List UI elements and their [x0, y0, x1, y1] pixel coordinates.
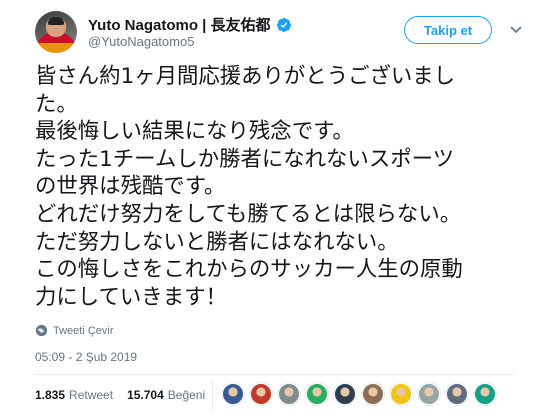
- liker-avatars: [222, 383, 502, 405]
- translate-label[interactable]: Tweeti Çevir: [53, 325, 114, 337]
- liker-avatar[interactable]: [390, 383, 412, 405]
- like-count: 15.704: [127, 388, 164, 402]
- liker-avatar[interactable]: [278, 383, 300, 405]
- globe-icon: [35, 324, 48, 337]
- chevron-down-icon[interactable]: [510, 24, 522, 36]
- retweet-stat[interactable]: 1.835 Retweet: [35, 388, 113, 402]
- tweet-text-line: 最後悔しい結果になり残念です。: [35, 119, 354, 145]
- tweet-text-line: 力にしていきます！: [35, 284, 227, 310]
- liker-avatar[interactable]: [418, 383, 440, 405]
- author-display-name[interactable]: Yuto Nagatomo | 長友佑都: [88, 14, 271, 35]
- retweet-count: 1.835: [35, 388, 66, 402]
- like-label: Beğeni: [167, 388, 206, 402]
- stats-separator: [212, 380, 213, 410]
- avatar-jersey-stripe: [35, 43, 77, 53]
- verified-badge-icon: [276, 17, 291, 32]
- avatar-hair: [48, 17, 64, 25]
- divider: [35, 374, 515, 375]
- liker-avatar[interactable]: [222, 383, 244, 405]
- follow-button[interactable]: Takip et: [404, 16, 492, 44]
- tweet-text-line: の世界は残酷です。: [35, 174, 226, 200]
- tweet-text: 皆さん約1ヶ月間応援ありがとうございまし た。 最後悔しい結果になり残念です。 …: [35, 63, 515, 311]
- liker-avatar[interactable]: [446, 383, 468, 405]
- tweet-text-line: どれだけ努力をしても勝てるとは限らない。: [35, 201, 462, 227]
- liker-avatar[interactable]: [474, 383, 496, 405]
- tweet-text-line: ただ努力しないと勝者にはなれない。: [35, 229, 399, 255]
- liker-avatar[interactable]: [334, 383, 356, 405]
- tweet-stats: 1.835 Retweet 15.704 Beğeni: [35, 388, 205, 402]
- liker-avatar[interactable]: [250, 383, 272, 405]
- author-name-row[interactable]: Yuto Nagatomo | 長友佑都: [88, 14, 292, 35]
- tweet-text-line: た。: [35, 91, 78, 117]
- liker-avatar[interactable]: [362, 383, 384, 405]
- retweet-label: Retweet: [69, 388, 114, 402]
- like-stat[interactable]: 15.704 Beğeni: [127, 388, 205, 402]
- tweet-text-line: 皆さん約1ヶ月間応援ありがとうございまし: [35, 64, 456, 89]
- tweet-text-line: この悔しさをこれからのサッカー人生の原動: [35, 257, 463, 283]
- translate-tweet-link[interactable]: Tweeti Çevir: [35, 324, 114, 337]
- tweet-timestamp[interactable]: 05:09 - 2 Şub 2019: [35, 350, 137, 364]
- liker-avatar[interactable]: [306, 383, 328, 405]
- author-handle[interactable]: @YutoNagatomo5: [88, 34, 194, 49]
- tweet-text-line: たった1チームしか勝者になれないスポーツ: [35, 146, 454, 172]
- author-avatar[interactable]: [35, 11, 77, 53]
